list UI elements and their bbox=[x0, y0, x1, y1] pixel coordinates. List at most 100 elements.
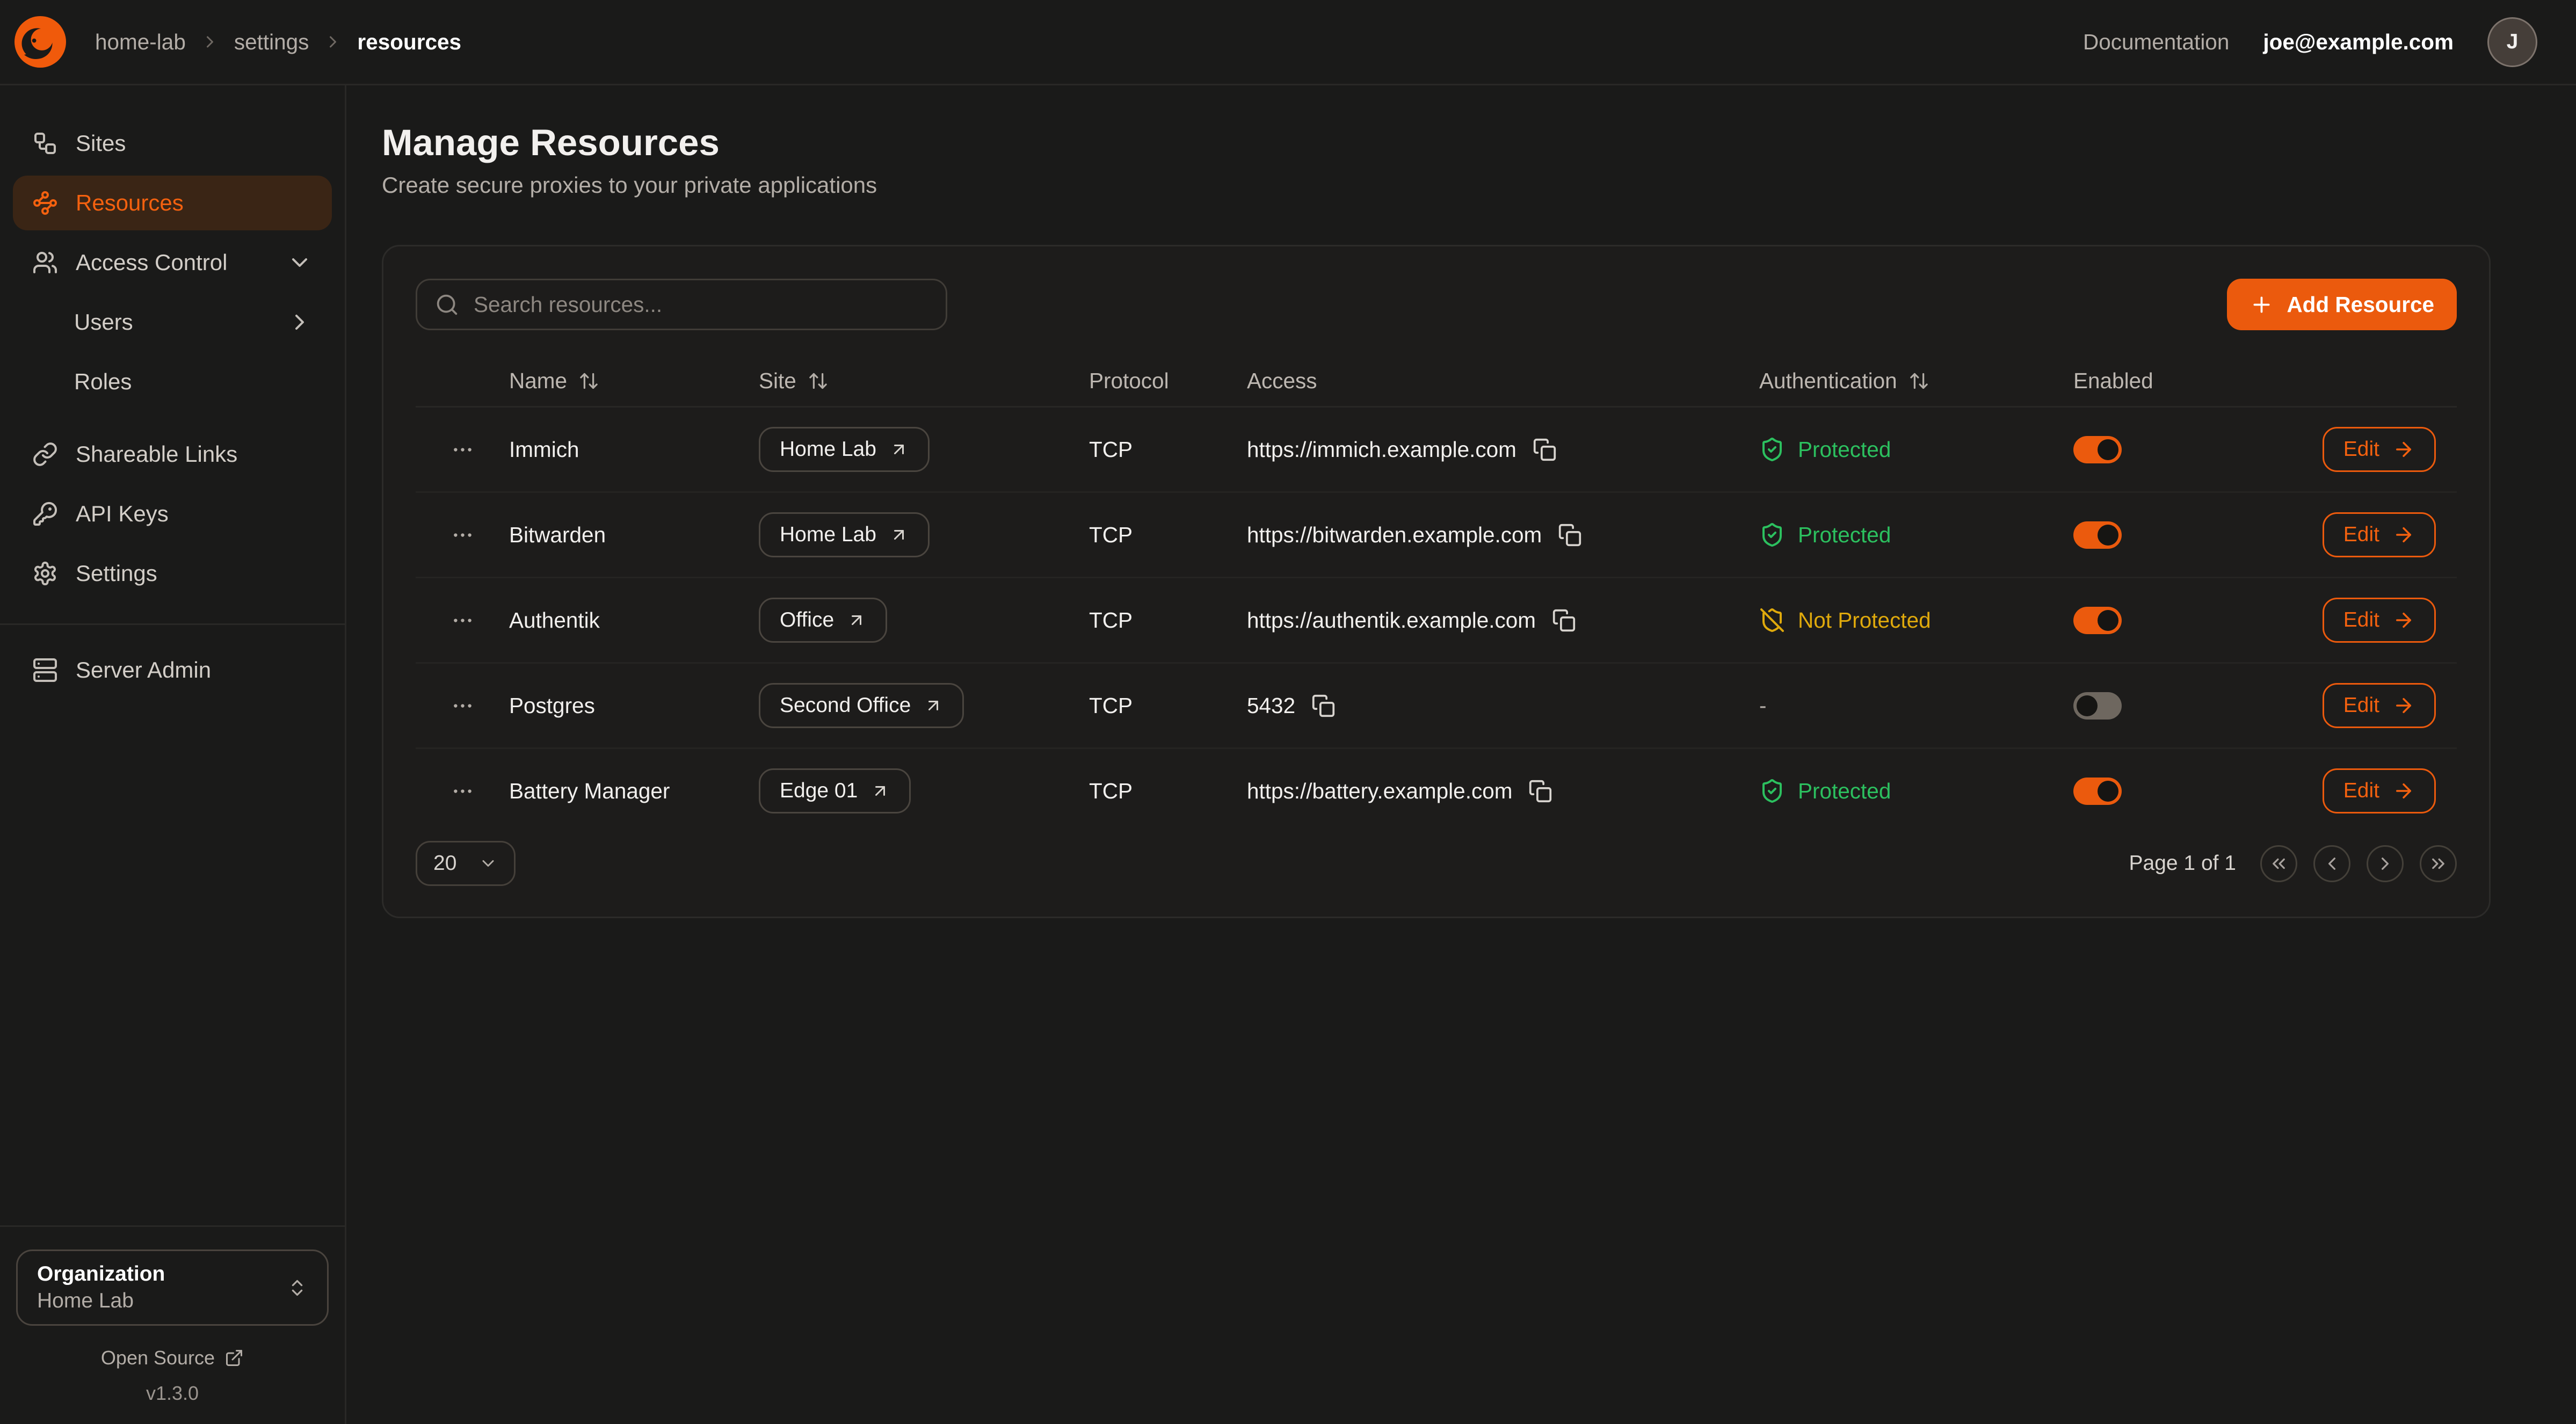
access-url: https://authentik.example.com bbox=[1247, 608, 1536, 633]
authentication-label: Protected bbox=[1798, 522, 1891, 548]
sidebar-item-api-keys[interactable]: API Keys bbox=[13, 486, 332, 541]
breadcrumb-item-settings[interactable]: settings bbox=[234, 30, 309, 55]
avatar[interactable]: J bbox=[2487, 17, 2537, 67]
ellipsis-icon bbox=[451, 438, 475, 462]
copy-button[interactable] bbox=[1311, 694, 1336, 718]
page-size-value: 20 bbox=[433, 852, 456, 875]
sidebar-footer: Organization Home Lab Open Source v1.3.0 bbox=[0, 1225, 345, 1424]
user-email: joe@example.com bbox=[2263, 30, 2454, 55]
site-name: Second Office bbox=[780, 694, 911, 717]
enabled-toggle[interactable] bbox=[2073, 607, 2122, 634]
edit-button[interactable]: Edit bbox=[2323, 427, 2436, 472]
organization-selector[interactable]: Organization Home Lab bbox=[16, 1249, 329, 1326]
edit-button[interactable]: Edit bbox=[2323, 683, 2436, 728]
copy-button[interactable] bbox=[1558, 523, 1582, 547]
sidebar-item-server-admin[interactable]: Server Admin bbox=[13, 643, 332, 698]
sidebar-item-access-control[interactable]: Access Control bbox=[13, 235, 332, 290]
edit-label: Edit bbox=[2343, 523, 2379, 547]
site-name: Home Lab bbox=[780, 523, 876, 547]
copy-button[interactable] bbox=[1528, 779, 1552, 803]
copy-button[interactable] bbox=[1533, 438, 1557, 462]
arrow-up-right-icon bbox=[847, 611, 866, 630]
site-link-button[interactable]: Home Lab bbox=[759, 427, 930, 472]
table-row: Authentik Office TCP https://authentik.e… bbox=[416, 578, 2457, 664]
row-menu-button[interactable] bbox=[444, 602, 481, 639]
arrow-up-right-icon bbox=[924, 696, 943, 715]
protocol-value: TCP bbox=[1089, 522, 1247, 548]
breadcrumb-item-home-lab[interactable]: home-lab bbox=[95, 30, 186, 55]
site-link-button[interactable]: Second Office bbox=[759, 683, 964, 728]
row-menu-button[interactable] bbox=[444, 773, 481, 810]
copy-button[interactable] bbox=[1552, 608, 1576, 633]
sidebar-item-resources[interactable]: Resources bbox=[13, 176, 332, 230]
site-link-button[interactable]: Office bbox=[759, 598, 887, 643]
edit-button[interactable]: Edit bbox=[2323, 768, 2436, 813]
prev-page-button[interactable] bbox=[2313, 845, 2350, 882]
page-size-select[interactable]: 20 bbox=[416, 841, 516, 886]
enabled-toggle[interactable] bbox=[2073, 692, 2122, 720]
version-label: v1.3.0 bbox=[16, 1382, 329, 1405]
authentication-badge: Protected bbox=[1759, 437, 2073, 462]
enabled-toggle[interactable] bbox=[2073, 778, 2122, 805]
column-header-authentication[interactable]: Authentication bbox=[1759, 368, 2073, 394]
sidebar-item-label: API Keys bbox=[76, 501, 169, 527]
resource-name: Postgres bbox=[509, 693, 759, 718]
access-url: 5432 bbox=[1247, 693, 1295, 718]
row-menu-button[interactable] bbox=[444, 431, 481, 468]
resources-table: NameSiteProtocolAccessAuthenticationEnab… bbox=[416, 356, 2457, 833]
column-header-label: Authentication bbox=[1759, 368, 1897, 394]
add-resource-button[interactable]: Add Resource bbox=[2227, 279, 2457, 330]
arrow-right-icon bbox=[2392, 438, 2415, 461]
sidebar-item-sites[interactable]: Sites bbox=[13, 116, 332, 171]
last-page-button[interactable] bbox=[2420, 845, 2457, 882]
sidebar-item-label: Access Control bbox=[76, 250, 227, 275]
documentation-link[interactable]: Documentation bbox=[2083, 30, 2229, 55]
edit-label: Edit bbox=[2343, 608, 2379, 632]
row-menu-button[interactable] bbox=[444, 687, 481, 724]
breadcrumb-item-resources: resources bbox=[357, 30, 461, 55]
sidebar-item-roles[interactable]: Roles bbox=[13, 354, 332, 409]
site-link-button[interactable]: Home Lab bbox=[759, 512, 930, 557]
protocol-value: TCP bbox=[1089, 608, 1247, 633]
first-page-button[interactable] bbox=[2260, 845, 2297, 882]
chevron-down-icon bbox=[478, 854, 498, 873]
search-input[interactable] bbox=[474, 292, 928, 317]
access-url: https://immich.example.com bbox=[1247, 437, 1516, 462]
row-menu-button[interactable] bbox=[444, 517, 481, 554]
pangolin-logo-icon[interactable] bbox=[13, 14, 68, 69]
ellipsis-icon bbox=[451, 523, 475, 547]
chevron-left-icon bbox=[2321, 853, 2342, 874]
column-header-name[interactable]: Name bbox=[509, 368, 759, 394]
sidebar-divider bbox=[0, 623, 345, 625]
arrow-right-icon bbox=[2392, 524, 2415, 546]
shield-check-icon bbox=[1759, 522, 1785, 548]
column-header-site[interactable]: Site bbox=[759, 368, 1089, 394]
toggle-knob bbox=[2077, 695, 2098, 716]
edit-button[interactable]: Edit bbox=[2323, 512, 2436, 557]
resource-name: Battery Manager bbox=[509, 779, 759, 804]
sidebar-item-shareable-links[interactable]: Shareable Links bbox=[13, 427, 332, 482]
breadcrumb-separator-icon bbox=[200, 32, 220, 52]
access-url: https://bitwarden.example.com bbox=[1247, 522, 1542, 548]
column-header-label: Access bbox=[1247, 368, 1317, 394]
sidebar-nav: SitesResources Access Control Users Roles Sh… bbox=[0, 116, 345, 698]
authentication-badge: - bbox=[1759, 693, 2073, 718]
column-header-enabled: Enabled bbox=[2073, 368, 2304, 394]
open-source-link[interactable]: Open Source bbox=[16, 1347, 329, 1369]
ellipsis-icon bbox=[451, 608, 475, 633]
sidebar-item-label: Roles bbox=[74, 369, 132, 395]
next-page-button[interactable] bbox=[2367, 845, 2404, 882]
site-link-button[interactable]: Edge 01 bbox=[759, 768, 911, 813]
edit-button[interactable]: Edit bbox=[2323, 598, 2436, 643]
resource-name: Immich bbox=[509, 437, 759, 462]
pagination-buttons bbox=[2260, 845, 2457, 882]
enabled-toggle[interactable] bbox=[2073, 521, 2122, 549]
table-row: Postgres Second Office TCP 5432 - Edit bbox=[416, 664, 2457, 749]
sidebar-item-users[interactable]: Users bbox=[13, 295, 332, 350]
sidebar-item-settings[interactable]: Settings bbox=[13, 546, 332, 601]
enabled-toggle[interactable] bbox=[2073, 436, 2122, 463]
protocol-value: TCP bbox=[1089, 779, 1247, 804]
arrow-up-right-icon bbox=[889, 525, 909, 544]
copy-icon bbox=[1533, 438, 1557, 462]
column-header-label: Enabled bbox=[2073, 368, 2153, 394]
